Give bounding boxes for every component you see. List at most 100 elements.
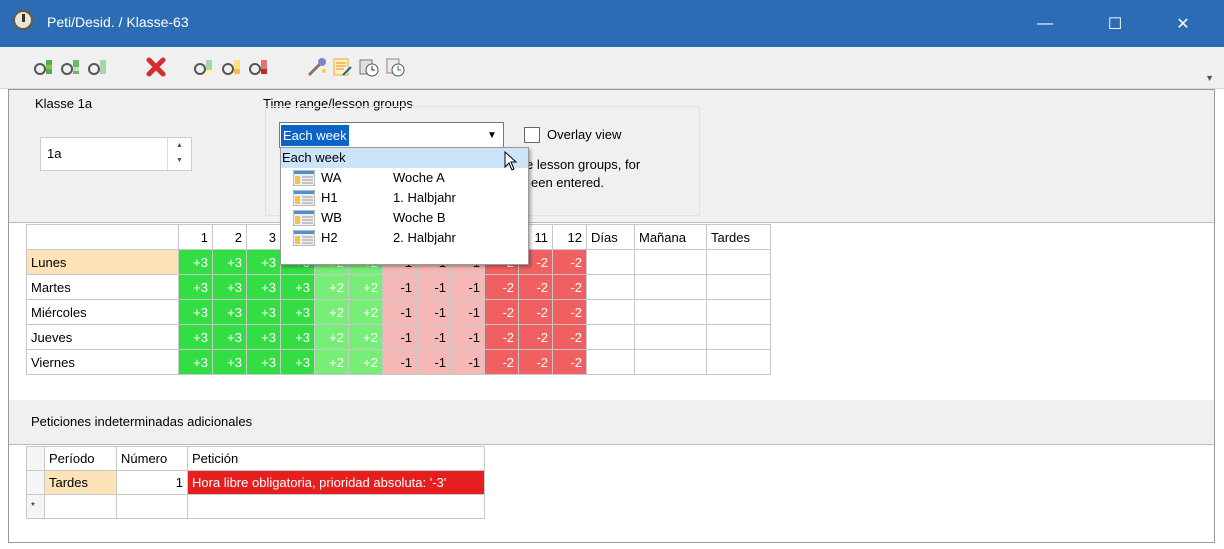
preference-cell[interactable]: +3: [212, 274, 247, 300]
preference-cell[interactable]: -1: [450, 324, 485, 350]
preference-cell[interactable]: +3: [246, 249, 281, 275]
preference-cell[interactable]: -1: [382, 349, 417, 375]
row-header-cell[interactable]: [26, 470, 45, 495]
preference-cell[interactable]: +3: [280, 349, 315, 375]
wizard-icon[interactable]: [306, 56, 328, 78]
summary-cell[interactable]: [706, 274, 771, 300]
minus3-column-icon[interactable]: [248, 56, 270, 78]
preference-cell[interactable]: +2: [348, 299, 383, 325]
timerange-select[interactable]: Each week ▼: [279, 122, 504, 148]
preference-cell[interactable]: +3: [280, 299, 315, 325]
request-peticion-cell[interactable]: Hora libre obligatoria, prioridad absolu…: [187, 470, 485, 495]
preference-cell[interactable]: +3: [212, 349, 247, 375]
summary-cell[interactable]: [634, 324, 707, 350]
period-header[interactable]: 1: [178, 224, 213, 250]
maximize-button[interactable]: ☐: [1080, 0, 1150, 47]
minimize-button[interactable]: —: [1010, 0, 1080, 47]
close-button[interactable]: ✕: [1148, 0, 1218, 47]
preference-cell[interactable]: -1: [416, 299, 451, 325]
summary-cell[interactable]: [706, 349, 771, 375]
minus2-column-icon[interactable]: [221, 56, 243, 78]
preference-cell[interactable]: -2: [518, 349, 553, 375]
dropdown-item-h1[interactable]: H1 1. Halbjahr: [281, 188, 528, 208]
preference-cell[interactable]: +3: [212, 299, 247, 325]
preference-cell[interactable]: +2: [348, 324, 383, 350]
preference-cell[interactable]: -2: [552, 299, 587, 325]
preference-cell[interactable]: -2: [552, 249, 587, 275]
day-label[interactable]: Lunes: [26, 249, 179, 275]
spinner-arrows-icon[interactable]: ▲ ▼: [167, 138, 191, 170]
dropdown-item-wb[interactable]: WB Woche B: [281, 208, 528, 228]
preference-cell[interactable]: +3: [246, 299, 281, 325]
preference-cell[interactable]: -1: [382, 274, 417, 300]
plus-column-icon[interactable]: [33, 56, 55, 78]
preference-cell[interactable]: +3: [178, 274, 213, 300]
preference-cell[interactable]: -1: [416, 324, 451, 350]
clock-icon[interactable]: [384, 56, 406, 78]
new-periodo-cell[interactable]: [44, 494, 117, 519]
summary-cell[interactable]: [586, 274, 635, 300]
numero-header[interactable]: Número: [116, 446, 188, 471]
list-edit-icon[interactable]: [331, 56, 353, 78]
plus2-column-icon[interactable]: [60, 56, 82, 78]
chevron-down-icon[interactable]: ▼: [481, 123, 503, 147]
summary-cell[interactable]: [634, 349, 707, 375]
preference-cell[interactable]: -2: [484, 299, 519, 325]
summary-cell[interactable]: [586, 299, 635, 325]
request-numero-cell[interactable]: 1: [116, 470, 188, 495]
preference-cell[interactable]: +3: [246, 274, 281, 300]
delete-icon[interactable]: [145, 56, 167, 78]
peticion-header[interactable]: Petición: [187, 446, 485, 471]
dropdown-item-h2[interactable]: H2 2. Halbjahr: [281, 228, 528, 248]
class-spinner[interactable]: 1a ▲ ▼: [40, 137, 192, 171]
preference-cell[interactable]: +3: [178, 299, 213, 325]
preference-cell[interactable]: -1: [382, 299, 417, 325]
new-peticion-cell[interactable]: [187, 494, 485, 519]
day-label[interactable]: Miércoles: [26, 299, 179, 325]
preference-cell[interactable]: -2: [484, 349, 519, 375]
preference-cell[interactable]: -1: [382, 324, 417, 350]
preference-cell[interactable]: -2: [552, 274, 587, 300]
summary-cell[interactable]: [634, 299, 707, 325]
preference-cell[interactable]: +2: [314, 299, 349, 325]
preference-cell[interactable]: +3: [246, 349, 281, 375]
request-periodo-cell[interactable]: Tardes: [44, 470, 117, 495]
preference-cell[interactable]: -1: [450, 349, 485, 375]
history-icon[interactable]: [357, 56, 379, 78]
preference-cell[interactable]: +3: [178, 349, 213, 375]
new-request-row[interactable]: *: [26, 494, 485, 519]
summary-cell[interactable]: [586, 249, 635, 275]
preference-cell[interactable]: +3: [280, 324, 315, 350]
preference-cell[interactable]: -2: [518, 299, 553, 325]
preference-cell[interactable]: -2: [484, 274, 519, 300]
period-header[interactable]: 12: [552, 224, 587, 250]
dropdown-item-wa[interactable]: WA Woche A: [281, 168, 528, 188]
preference-cell[interactable]: +3: [212, 249, 247, 275]
day-label[interactable]: Viernes: [26, 349, 179, 375]
new-numero-cell[interactable]: [116, 494, 188, 519]
period-header[interactable]: 3: [246, 224, 281, 250]
summary-cell[interactable]: [634, 274, 707, 300]
preference-cell[interactable]: +3: [178, 324, 213, 350]
summary-cell[interactable]: [706, 299, 771, 325]
preference-cell[interactable]: -2: [518, 324, 553, 350]
day-label[interactable]: Jueves: [26, 324, 179, 350]
preference-cell[interactable]: +2: [314, 274, 349, 300]
preference-cell[interactable]: +3: [246, 324, 281, 350]
preference-cell[interactable]: -2: [552, 349, 587, 375]
preference-cell[interactable]: +3: [280, 274, 315, 300]
preference-cell[interactable]: +2: [314, 349, 349, 375]
preference-cell[interactable]: -1: [450, 299, 485, 325]
preference-cell[interactable]: -2: [484, 324, 519, 350]
periodo-header[interactable]: Período: [44, 446, 117, 471]
summary-cell[interactable]: [634, 249, 707, 275]
preference-cell[interactable]: -1: [450, 274, 485, 300]
overlay-view-checkbox[interactable]: [524, 127, 540, 143]
preference-cell[interactable]: +3: [178, 249, 213, 275]
preference-cell[interactable]: -2: [518, 274, 553, 300]
preference-cell[interactable]: +2: [348, 349, 383, 375]
request-row[interactable]: Tardes 1 Hora libre obligatoria, priorid…: [26, 470, 485, 495]
preference-cell[interactable]: -1: [416, 274, 451, 300]
summary-cell[interactable]: [586, 349, 635, 375]
summary-cell[interactable]: [706, 249, 771, 275]
